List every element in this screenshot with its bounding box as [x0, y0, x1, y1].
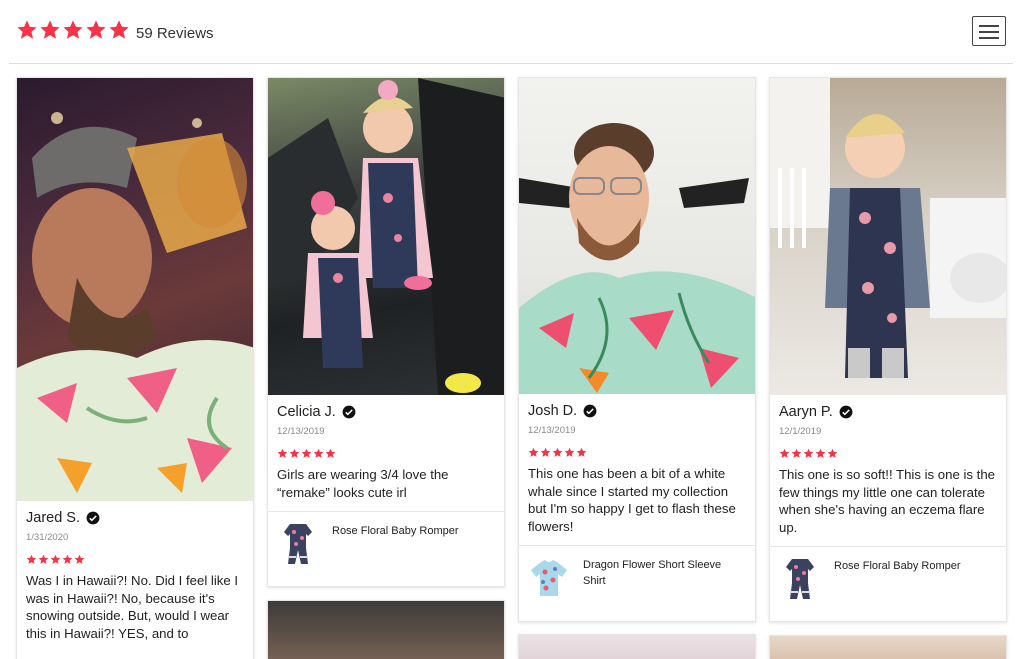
review-text: This one has been a bit of a white whale…	[528, 466, 736, 534]
review-stars	[528, 447, 746, 458]
review-card[interactable]	[769, 635, 1007, 659]
review-card[interactable]	[518, 634, 756, 659]
star-icon	[50, 554, 61, 564]
review-text: This one is so soft!! This is one is the…	[779, 467, 995, 535]
reviewer-name: Josh D.	[528, 403, 578, 419]
product-name[interactable]: Rose Floral Baby Romper	[332, 523, 459, 539]
star-icon	[26, 554, 37, 564]
overall-rating-stars	[16, 19, 130, 41]
product-name[interactable]: Dragon Flower Short Sleeve Shirt	[583, 557, 745, 589]
review-count: 59 Reviews	[136, 25, 214, 42]
verified-check-icon	[583, 404, 597, 418]
shirt-thumbnail	[531, 560, 567, 596]
star-icon	[17, 20, 37, 39]
review-stars	[26, 554, 244, 565]
reviewed-product[interactable]: Dragon Flower Short Sleeve Shirt	[519, 545, 755, 610]
star-icon	[815, 448, 826, 458]
star-icon	[63, 20, 83, 39]
review-date: 12/13/2019	[277, 426, 325, 437]
reviews-header: 59 Reviews	[9, 0, 1013, 64]
star-icon	[552, 447, 563, 457]
verified-check-icon	[839, 405, 853, 419]
review-photo[interactable]	[17, 78, 253, 501]
star-icon	[576, 447, 587, 457]
review-date: 12/1/2019	[779, 426, 822, 437]
reviewer-name: Jared S.	[26, 510, 80, 526]
star-icon	[779, 448, 790, 458]
review-photo[interactable]	[519, 635, 755, 659]
star-icon	[540, 447, 551, 457]
star-icon	[109, 20, 129, 39]
review-photo[interactable]	[770, 636, 1006, 659]
hamburger-icon	[979, 37, 999, 39]
star-icon	[289, 448, 300, 458]
reviewer-name: Celicia J.	[277, 404, 336, 420]
review-photo[interactable]	[268, 78, 504, 395]
review-text: Was I in Hawaii?! No. Did I feel like I …	[26, 573, 239, 641]
star-icon	[40, 20, 60, 39]
verified-check-icon	[342, 405, 356, 419]
star-icon	[564, 447, 575, 457]
verified-check-icon	[86, 511, 100, 525]
review-photo[interactable]	[519, 78, 755, 394]
review-photo[interactable]	[268, 601, 504, 659]
review-stars	[779, 448, 997, 459]
star-icon	[803, 448, 814, 458]
review-photo[interactable]	[770, 78, 1006, 395]
star-icon	[38, 554, 49, 564]
romper-thumbnail	[786, 559, 814, 599]
review-card[interactable]: Jared S. 1/31/2020 Was I in Hawaii?! No.…	[16, 77, 254, 659]
reviewed-product[interactable]: Rose Floral Baby Romper	[770, 546, 1006, 611]
review-date: 12/13/2019	[528, 425, 576, 436]
star-icon	[62, 554, 73, 564]
review-text: Girls are wearing 3/4 love the “remake” …	[277, 467, 449, 500]
star-icon	[528, 447, 539, 457]
hamburger-icon	[979, 31, 999, 33]
review-card[interactable]: Celicia J. 12/13/2019 Girls are wearing …	[267, 77, 505, 587]
star-icon	[827, 448, 838, 458]
reviewed-product[interactable]: Rose Floral Baby Romper	[268, 511, 504, 576]
star-icon	[791, 448, 802, 458]
hamburger-icon	[979, 25, 999, 27]
review-card[interactable]: Josh D. 12/13/2019 This one has been a b…	[518, 77, 756, 622]
star-icon	[301, 448, 312, 458]
review-card[interactable]: Aaryn P. 12/1/2019 This one is so soft!!…	[769, 77, 1007, 622]
romper-thumbnail	[284, 524, 312, 564]
star-icon	[277, 448, 288, 458]
review-card[interactable]	[267, 600, 505, 659]
review-stars	[277, 448, 495, 459]
star-icon	[325, 448, 336, 458]
reviewer-name: Aaryn P.	[779, 404, 833, 420]
star-icon	[86, 20, 106, 39]
menu-button[interactable]	[972, 16, 1006, 46]
review-date: 1/31/2020	[26, 532, 69, 543]
star-icon	[74, 554, 85, 564]
product-name[interactable]: Rose Floral Baby Romper	[834, 558, 961, 574]
star-icon	[313, 448, 324, 458]
